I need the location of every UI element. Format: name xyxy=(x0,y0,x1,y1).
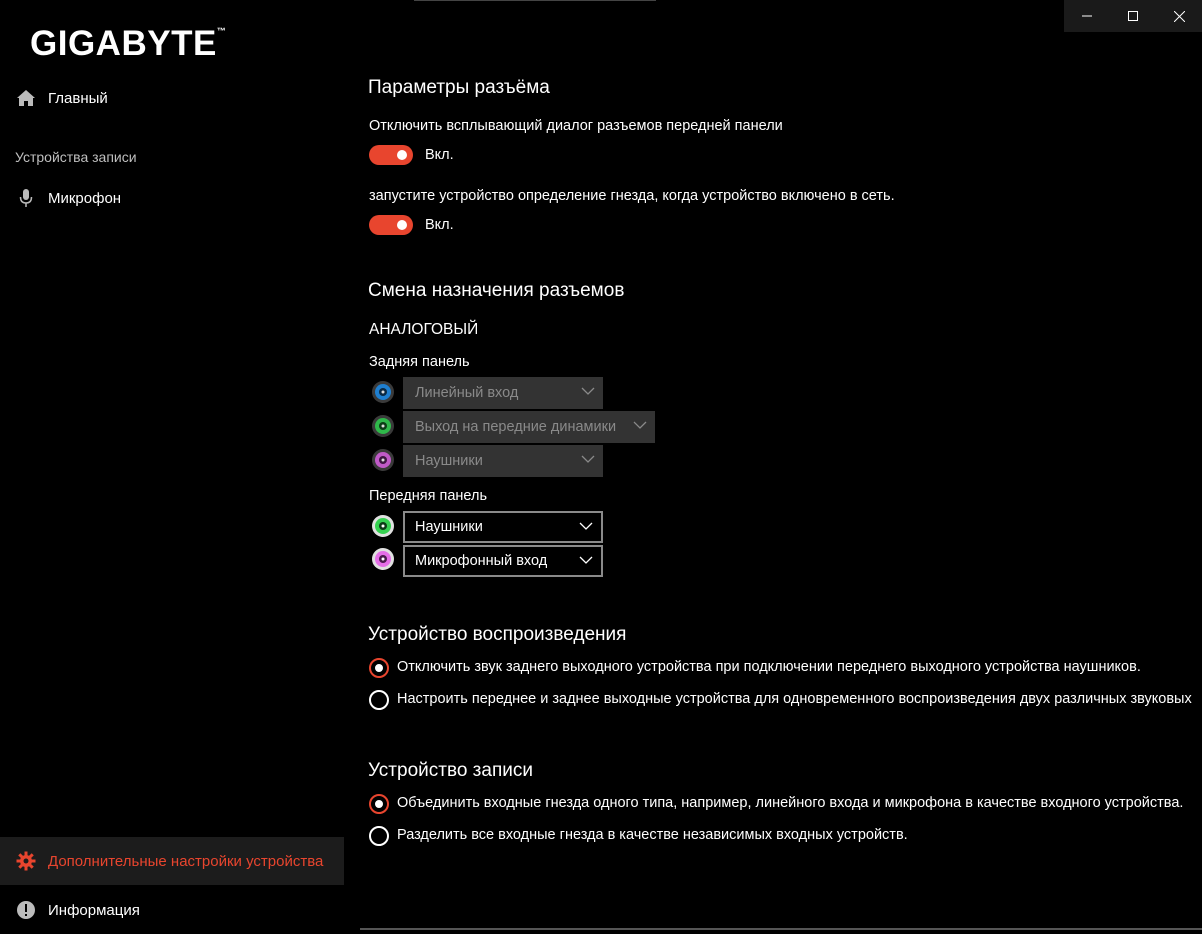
popup-dialog-toggle[interactable] xyxy=(369,145,413,165)
rear-panel-label: Задняя панель xyxy=(369,354,470,370)
jack-detection-option-label: запустите устройство определение гнезда,… xyxy=(369,188,895,204)
minimize-icon xyxy=(1082,15,1092,17)
info-icon xyxy=(16,900,36,920)
chevron-down-icon xyxy=(579,556,593,564)
front-panel-label: Передняя панель xyxy=(369,488,488,504)
recording-option-2-label: Разделить все входные гнезда в качестве … xyxy=(397,827,908,843)
jack-detection-toggle[interactable] xyxy=(369,215,413,235)
recording-option-1-label: Объединить входные гнезда одного типа, н… xyxy=(397,795,1184,811)
playback-title: Устройство воспроизведения xyxy=(368,624,627,645)
maximize-button[interactable] xyxy=(1110,0,1156,32)
top-divider xyxy=(414,0,656,1)
chevron-down-icon xyxy=(581,455,595,463)
maximize-icon xyxy=(1128,11,1138,21)
nav-info[interactable]: Информация xyxy=(0,886,344,934)
rear-jack-1-value: Линейный вход xyxy=(415,385,519,401)
rear-jack-2-value: Выход на передние динамики xyxy=(415,419,617,435)
front-jack-green-icon xyxy=(371,514,395,538)
rear-jack-3-dropdown[interactable]: Наушники xyxy=(403,445,603,477)
playback-option-2-label: Настроить переднее и заднее выходные уст… xyxy=(397,691,1192,707)
front-jack-1-value: Наушники xyxy=(415,519,483,535)
nav-advanced-settings[interactable]: Дополнительные настройки устройства xyxy=(0,837,344,885)
close-button[interactable] xyxy=(1156,0,1202,32)
playback-option-1-label: Отключить звук заднего выходного устройс… xyxy=(397,659,1141,675)
front-jack-2-dropdown[interactable]: Микрофонный вход xyxy=(403,545,603,577)
recording-devices-section-label: Устройства записи xyxy=(15,149,137,165)
gigabyte-logo: GIGABYTE™ xyxy=(30,24,227,63)
front-jack-pink-icon xyxy=(371,547,395,571)
popup-dialog-toggle-state: Вкл. xyxy=(425,147,454,163)
horizontal-scrollbar[interactable] xyxy=(360,928,1202,930)
microphone-icon xyxy=(16,188,36,208)
chevron-down-icon xyxy=(633,421,647,429)
analog-label: АНАЛОГОВЫЙ xyxy=(369,321,479,338)
rear-jack-3-value: Наушники xyxy=(415,453,483,469)
chevron-down-icon xyxy=(579,522,593,530)
minimize-button[interactable] xyxy=(1064,0,1110,32)
playback-option-1-radio[interactable] xyxy=(369,658,389,678)
jack-detection-toggle-state: Вкл. xyxy=(425,217,454,233)
front-jack-1-dropdown[interactable]: Наушники xyxy=(403,511,603,543)
rear-jack-1-dropdown[interactable]: Линейный вход xyxy=(403,377,603,409)
chevron-down-icon xyxy=(581,387,595,395)
close-icon xyxy=(1173,10,1185,22)
nav-info-label: Информация xyxy=(48,901,140,919)
playback-option-2-radio[interactable] xyxy=(369,690,389,710)
gear-icon xyxy=(16,851,36,871)
rear-jack-pink-icon xyxy=(371,448,395,472)
rear-jack-2-dropdown[interactable]: Выход на передние динамики xyxy=(403,411,655,443)
nav-microphone[interactable]: Микрофон xyxy=(0,174,344,222)
popup-dialog-option-label: Отключить всплывающий диалог разъемов пе… xyxy=(369,118,783,134)
nav-microphone-label: Микрофон xyxy=(48,189,122,207)
rear-jack-green-icon xyxy=(371,414,395,438)
recording-option-2-radio[interactable] xyxy=(369,826,389,846)
nav-home[interactable]: Главный xyxy=(0,74,344,122)
front-jack-2-value: Микрофонный вход xyxy=(415,553,548,569)
jack-params-title: Параметры разъёма xyxy=(368,77,550,98)
retasking-title: Смена назначения разъемов xyxy=(368,280,625,301)
home-icon xyxy=(16,88,36,108)
recording-option-1-radio[interactable] xyxy=(369,794,389,814)
nav-advanced-settings-label: Дополнительные настройки устройства xyxy=(48,852,324,870)
nav-home-label: Главный xyxy=(48,89,108,107)
recording-title: Устройство записи xyxy=(368,760,533,781)
rear-jack-blue-icon xyxy=(371,380,395,404)
